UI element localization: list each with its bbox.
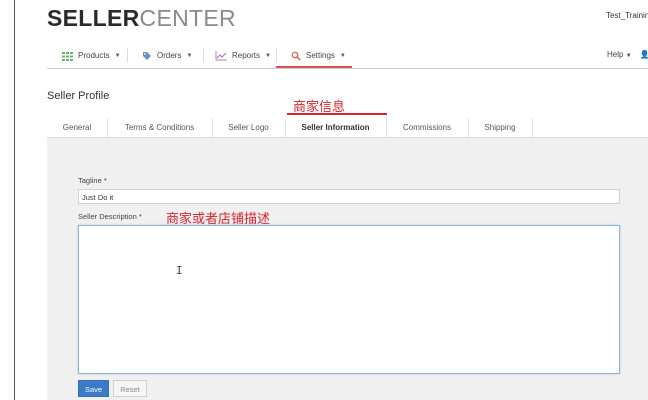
caret-down-icon: ▼: [186, 53, 193, 59]
tab-seller-logo[interactable]: Seller Logo: [212, 118, 285, 137]
nav-divider: [127, 48, 128, 62]
nav-bottom-border: [47, 68, 648, 69]
nav-settings[interactable]: Settings ▼: [291, 44, 346, 68]
caret-down-icon: ▼: [114, 53, 121, 59]
tab-commissions[interactable]: Commissions: [386, 118, 468, 137]
window-edge: [14, 0, 15, 400]
seller-description-label: Seller Description *: [78, 212, 142, 221]
tab-terms-conditions[interactable]: Terms & Conditions: [107, 118, 212, 137]
nav-orders-label: Orders: [157, 51, 182, 60]
logo-light: CENTER: [139, 5, 236, 31]
nav-settings-label: Settings: [306, 51, 335, 60]
tab-general[interactable]: General: [47, 118, 107, 137]
grid-icon: [62, 51, 73, 61]
caret-down-icon: ▼: [339, 53, 346, 59]
caret-down-icon: ▼: [265, 53, 271, 59]
tagline-label: Tagline *: [78, 176, 107, 185]
nav-reports-label: Reports: [232, 51, 261, 60]
nav-reports[interactable]: Reports ▼: [215, 44, 271, 68]
nav-divider: [203, 48, 204, 62]
save-button[interactable]: Save: [78, 380, 109, 397]
annotation-underline: [287, 113, 387, 115]
seller-center-logo[interactable]: SELLERCENTER: [47, 6, 236, 30]
tab-shipping[interactable]: Shipping: [468, 118, 532, 137]
user-icon[interactable]: 👤: [640, 50, 648, 59]
tag-icon: [142, 51, 152, 61]
nav-orders[interactable]: Orders ▼: [142, 44, 192, 68]
help-label: Help: [607, 50, 624, 59]
seller-description-textarea[interactable]: [78, 225, 620, 374]
text-cursor-icon: I: [176, 264, 183, 277]
nav-divider: [276, 48, 277, 62]
logo-bold: SELLER: [47, 5, 140, 31]
reset-button[interactable]: Reset: [113, 380, 147, 397]
nav-products[interactable]: Products ▼: [62, 44, 121, 68]
page-title: Seller Profile: [47, 90, 110, 102]
tagline-input[interactable]: Just Do it: [78, 189, 620, 204]
search-icon: [291, 51, 301, 61]
help-menu[interactable]: Help ▼ 👤: [607, 44, 648, 66]
caret-down-icon: ▼: [625, 53, 632, 59]
chart-icon: [215, 51, 227, 61]
nav-products-label: Products: [78, 51, 110, 60]
user-menu[interactable]: Test_Trainin: [606, 11, 648, 20]
tab-divider: [532, 118, 533, 137]
tab-seller-information[interactable]: Seller Information: [285, 118, 386, 137]
